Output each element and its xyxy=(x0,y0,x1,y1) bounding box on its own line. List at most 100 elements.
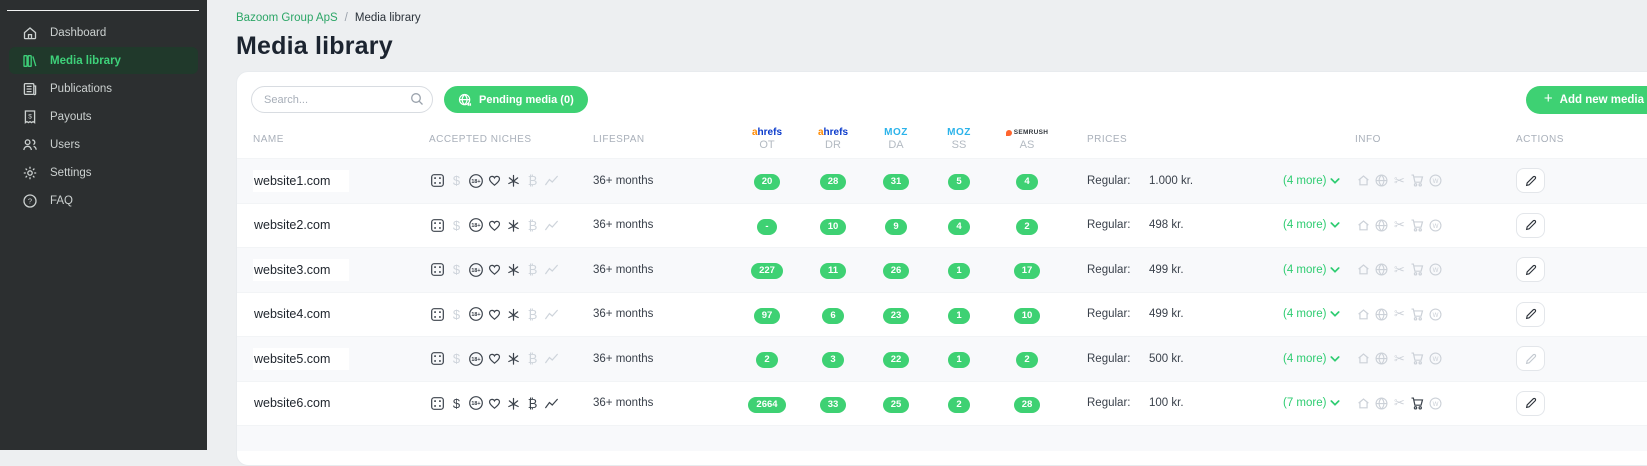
price-type-label: Regular: xyxy=(1087,353,1149,365)
sidebar-item-settings[interactable]: Settings xyxy=(9,159,198,186)
name-cell: website5.com xyxy=(253,348,429,370)
more-prices-label: (4 more) xyxy=(1283,353,1326,365)
edit-button[interactable] xyxy=(1516,391,1545,416)
website-name[interactable]: website6.com xyxy=(253,392,349,414)
search-icon xyxy=(410,92,424,106)
edit-button[interactable] xyxy=(1516,257,1545,282)
globe-icon xyxy=(1373,217,1390,234)
table-row: website1.com $ 18+ ₿ 36+ months 20 28 31 xyxy=(237,158,1647,203)
scissors-icon: ✂ xyxy=(1391,350,1408,367)
pending-media-button[interactable]: Pending media (0) xyxy=(444,86,588,113)
metric-da-cell: 26 xyxy=(865,260,927,279)
globe-icon xyxy=(1373,261,1390,278)
edit-button[interactable] xyxy=(1516,168,1545,193)
table-row-partial xyxy=(237,425,1647,451)
ahrefs-logo: ahrefs xyxy=(818,128,848,138)
lifespan-cell: 36+ months xyxy=(593,264,733,276)
accepted-niches-cell: $ 18+ ₿ xyxy=(429,217,593,234)
pencil-icon xyxy=(1524,307,1538,321)
cart-icon xyxy=(1409,172,1426,189)
more-prices-label: (4 more) xyxy=(1283,219,1326,231)
more-prices-toggle[interactable]: (4 more) xyxy=(1283,219,1348,231)
website-name[interactable]: website2.com xyxy=(253,214,349,236)
price-value: 1.000 kr. xyxy=(1149,175,1193,187)
sidebar-item-users[interactable]: Users xyxy=(9,131,198,158)
dr-badge: 6 xyxy=(822,308,843,324)
ot-badge: 97 xyxy=(754,308,781,324)
more-prices-toggle[interactable]: (4 more) xyxy=(1283,264,1348,276)
prices-cell: Regular: 1.000 kr. xyxy=(1063,175,1283,187)
sidebar-item-faq[interactable]: ? FAQ xyxy=(9,187,198,214)
edit-button[interactable] xyxy=(1516,213,1545,238)
actions-cell xyxy=(1501,302,1647,327)
website-name[interactable]: website5.com xyxy=(253,348,349,370)
casino-dice-icon xyxy=(429,306,446,323)
dr-badge: 28 xyxy=(820,174,847,190)
actions-cell xyxy=(1501,168,1647,193)
search-input[interactable] xyxy=(251,86,433,113)
ot-badge: 2664 xyxy=(748,397,785,413)
edit-button[interactable] xyxy=(1516,346,1545,371)
website-name[interactable]: website1.com xyxy=(253,170,349,192)
users-icon xyxy=(22,137,38,153)
metric-dr-cell: 28 xyxy=(801,171,865,190)
sidebar-item-label: Media library xyxy=(50,55,121,67)
more-prices-toggle[interactable]: (4 more) xyxy=(1283,353,1348,365)
chevron-down-icon xyxy=(1330,221,1340,229)
table-header: NAME ACCEPTED NICHES LIFESPAN ahrefs OT … xyxy=(237,121,1647,158)
website-name[interactable]: website3.com xyxy=(253,259,349,281)
newspaper-icon xyxy=(22,81,38,97)
library-icon xyxy=(22,53,38,69)
more-prices-label: (4 more) xyxy=(1283,175,1326,187)
website-name[interactable]: website4.com xyxy=(253,303,349,325)
accepted-niches-cell: $ 18+ ₿ xyxy=(429,350,593,367)
pencil-icon xyxy=(1524,174,1538,188)
col-header-moz-ss: MOZ SS xyxy=(927,128,991,151)
bitcoin-icon: ₿ xyxy=(524,306,541,323)
trading-chart-icon xyxy=(543,306,560,323)
ss-badge: 1 xyxy=(948,308,969,324)
svg-text:W: W xyxy=(1433,267,1439,274)
col-header-ahrefs-dr: ahrefs DR xyxy=(801,128,865,151)
scissors-icon: ✂ xyxy=(1391,172,1408,189)
sidebar-item-label: Dashboard xyxy=(50,27,106,39)
heart-icon xyxy=(486,261,503,278)
name-cell: website2.com xyxy=(253,214,429,236)
prices-cell: Regular: 500 kr. xyxy=(1063,353,1283,365)
sidebar-item-publications[interactable]: Publications xyxy=(9,75,198,102)
chevron-down-icon xyxy=(1330,266,1340,274)
da-badge: 22 xyxy=(883,352,910,368)
as-badge: 10 xyxy=(1014,308,1041,324)
wordpress-icon: W xyxy=(1427,261,1444,278)
dollar-icon: $ xyxy=(448,261,465,278)
pencil-icon xyxy=(1524,263,1538,277)
sidebar-item-label: Publications xyxy=(50,83,112,95)
more-prices-toggle[interactable]: (7 more) xyxy=(1283,397,1348,409)
edit-button[interactable] xyxy=(1516,302,1545,327)
breadcrumb-root-link[interactable]: Bazoom Group ApS xyxy=(236,12,338,24)
info-cell: ✂ W xyxy=(1348,217,1501,234)
ss-badge: 1 xyxy=(948,352,969,368)
pencil-icon xyxy=(1524,352,1538,366)
price-type-label: Regular: xyxy=(1087,219,1149,231)
da-badge: 26 xyxy=(883,263,910,279)
more-prices-toggle[interactable]: (4 more) xyxy=(1283,175,1348,187)
page-title: Media library xyxy=(236,32,393,61)
price-value: 498 kr. xyxy=(1149,219,1184,231)
metric-da-cell: 9 xyxy=(865,216,927,235)
price-value: 499 kr. xyxy=(1149,264,1184,276)
sidebar-item-payouts[interactable]: $ Payouts xyxy=(9,103,198,130)
svg-text:18+: 18+ xyxy=(471,312,480,318)
sidebar-item-dashboard[interactable]: Dashboard xyxy=(9,19,198,46)
cannabis-icon xyxy=(505,395,522,412)
adult-18plus-icon: 18+ xyxy=(467,395,484,412)
cart-icon xyxy=(1409,350,1426,367)
sidebar-item-media-library[interactable]: Media library xyxy=(9,47,198,74)
cannabis-icon xyxy=(505,350,522,367)
ahrefs-logo: ahrefs xyxy=(752,128,782,138)
add-new-media-button[interactable]: + Add new media xyxy=(1526,86,1647,114)
chevron-down-icon xyxy=(1330,399,1340,407)
metric-ss-cell: 1 xyxy=(927,260,991,279)
more-prices-toggle[interactable]: (4 more) xyxy=(1283,308,1348,320)
home-icon xyxy=(1355,395,1372,412)
